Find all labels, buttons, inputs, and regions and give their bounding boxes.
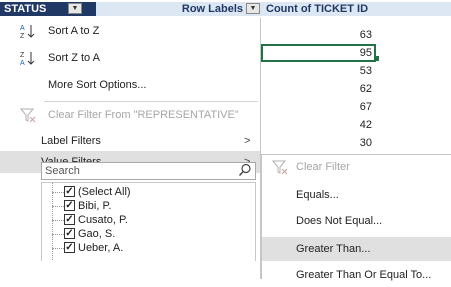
submenu-greater-than[interactable]: Greater Than... <box>262 237 451 261</box>
submenu-greater-than-label: Greater Than... <box>296 243 371 255</box>
sort-z-to-a-label: Sort Z to A <box>48 52 100 64</box>
submenu-equals-label: Equals... <box>296 189 339 201</box>
status-dropdown-icon[interactable]: ▼ <box>68 3 82 14</box>
checkbox-checked[interactable]: ✓ <box>64 186 75 197</box>
row-labels-text: Row Labels <box>181 3 243 15</box>
value-cell[interactable]: 67 <box>261 98 376 116</box>
submenu-clear-filter[interactable]: Clear Filter <box>262 155 451 179</box>
svg-text:Z: Z <box>20 33 25 39</box>
sort-ascending-icon: A Z <box>20 23 36 40</box>
status-filter-header[interactable]: STATUS ▼ <box>0 2 96 16</box>
label-filters-label: Label Filters <box>41 135 101 147</box>
value-cell[interactable]: 30 <box>261 134 376 152</box>
values-column: 63 95 53 62 67 42 30 <box>261 26 376 152</box>
checkbox-checked[interactable]: ✓ <box>64 214 75 225</box>
menu-sort-z-to-a[interactable]: Z A Sort Z to A <box>0 47 260 69</box>
sort-descending-icon: Z A <box>20 50 36 67</box>
value-filters-submenu: Clear Filter Equals... Does Not Equal...… <box>261 154 451 281</box>
list-item-label: Cusato, P. <box>78 214 128 226</box>
checkbox-checked[interactable]: ✓ <box>64 242 75 253</box>
svg-text:A: A <box>20 25 25 32</box>
search-input[interactable]: Search <box>41 162 256 180</box>
value-cell[interactable]: 62 <box>261 80 376 98</box>
status-header-label: STATUS <box>4 3 47 15</box>
list-item-label: Ueber, A. <box>78 242 124 254</box>
filter-checkbox-list[interactable]: ✓ (Select All) ✓ Bibi, P. ✓ Cusato, P. ✓… <box>41 182 256 261</box>
svg-text:Z: Z <box>20 52 25 59</box>
search-icon <box>238 163 252 180</box>
value-cell[interactable]: 53 <box>261 62 376 80</box>
checkbox-checked[interactable]: ✓ <box>64 200 75 211</box>
submenu-greater-than-or-equal-label: Greater Than Or Equal To... <box>296 269 432 281</box>
svg-text:A: A <box>20 60 25 66</box>
menu-clear-filter[interactable]: Clear Filter From "REPRESENTATIVE" <box>0 104 260 126</box>
row-labels-dropdown-icon[interactable]: ▼ <box>246 3 260 14</box>
clear-filter-icon <box>19 107 36 123</box>
tree-connector <box>52 248 64 249</box>
tree-connector <box>52 206 64 207</box>
menu-more-sort-options[interactable]: More Sort Options... <box>0 74 260 96</box>
row-labels-header[interactable]: Row Labels ▼ <box>96 2 261 16</box>
sort-a-to-z-label: Sort A to Z <box>48 25 100 37</box>
more-sort-options-label: More Sort Options... <box>48 79 147 91</box>
list-item-label: (Select All) <box>78 186 131 198</box>
tree-connector <box>52 234 64 235</box>
value-cell[interactable]: 42 <box>261 116 376 134</box>
value-cell[interactable]: 63 <box>261 26 376 44</box>
submenu-does-not-equal[interactable]: Does Not Equal... <box>262 209 451 233</box>
menu-label-filters[interactable]: Label Filters > <box>0 130 260 152</box>
search-placeholder: Search <box>45 165 80 177</box>
checkbox-checked[interactable]: ✓ <box>64 228 75 239</box>
tree-connector <box>52 183 53 261</box>
count-header-text: Count of TICKET ID <box>266 3 369 15</box>
menu-sort-a-to-z[interactable]: A Z Sort A to Z <box>0 20 260 42</box>
tree-connector <box>52 220 64 221</box>
submenu-does-not-equal-label: Does Not Equal... <box>296 215 383 227</box>
list-item-label: Gao, S. <box>78 228 116 240</box>
submenu-greater-than-or-equal[interactable]: Greater Than Or Equal To... <box>262 263 451 287</box>
pivot-header-row: STATUS ▼ Row Labels ▼ Count of TICKET ID <box>0 0 451 18</box>
count-header[interactable]: Count of TICKET ID <box>261 2 451 16</box>
menu-separator <box>44 101 258 102</box>
tree-connector <box>52 192 64 193</box>
clear-filter-label: Clear Filter From "REPRESENTATIVE" <box>48 109 239 121</box>
submenu-clear-filter-label: Clear Filter <box>296 161 350 173</box>
submenu-equals[interactable]: Equals... <box>262 183 451 207</box>
value-cell-selected[interactable]: 95 <box>261 44 376 62</box>
chevron-right-icon: > <box>244 135 251 147</box>
list-item-label: Bibi, P. <box>78 200 112 212</box>
clear-filter-icon <box>271 159 288 175</box>
